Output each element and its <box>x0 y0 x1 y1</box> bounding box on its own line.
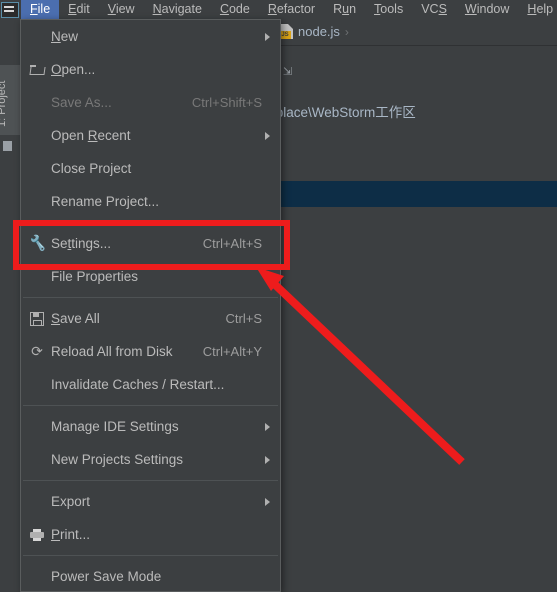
save-icon <box>27 309 47 329</box>
js-file-icon <box>279 24 293 39</box>
menu-item-open[interactable]: Open... <box>21 53 280 86</box>
menu-item-label: Invalidate Caches / Restart... <box>51 377 225 392</box>
menu-item-icon-placeholder <box>27 375 47 395</box>
menu-item-icon-placeholder <box>27 567 47 587</box>
menu-item-label: Power Save Mode <box>51 569 162 584</box>
stripe-icon <box>3 141 12 151</box>
webstorm-logo-icon <box>1 1 19 18</box>
breadcrumb: › node.js › <box>270 24 349 39</box>
menu-help[interactable]: Help <box>518 0 557 19</box>
menu-item-label: File Properties <box>51 269 139 284</box>
menu-item-file-properties[interactable]: File Properties <box>21 260 280 293</box>
menu-item-icon-placeholder <box>27 192 47 212</box>
menu-item-shortcut: Ctrl+Alt+S <box>202 236 262 251</box>
menu-item-save-as: Save As... Ctrl+Shift+S <box>21 86 280 119</box>
menu-edit[interactable]: Edit <box>59 0 99 19</box>
expand-arrow-icon[interactable]: ⇲ <box>283 65 295 78</box>
menu-item-label: Reload All from Disk <box>51 344 173 359</box>
reload-icon: ⟳ <box>31 343 43 359</box>
menu-item-icon-placeholder <box>27 93 47 113</box>
submenu-arrow-icon <box>265 32 270 41</box>
menu-file[interactable]: File <box>21 0 60 19</box>
menu-item-label: Open Recent <box>51 128 131 143</box>
menu-separator <box>23 405 278 406</box>
menu-item-label: Close Project <box>51 161 132 176</box>
menu-item-icon-placeholder <box>27 492 47 512</box>
breadcrumb-trailing-chevron-icon: › <box>344 24 349 39</box>
menu-item-new-projects-settings[interactable]: New Projects Settings <box>21 443 280 476</box>
project-tool-label: 1: Project <box>0 80 8 127</box>
menu-item-manage-ide-settings[interactable]: Manage IDE Settings <box>21 410 280 443</box>
menu-item-print[interactable]: Print... <box>21 518 280 551</box>
menu-item-save-all[interactable]: Save All Ctrl+S <box>21 302 280 335</box>
menu-item-new[interactable]: New <box>21 20 280 53</box>
submenu-arrow-icon <box>265 272 270 281</box>
submenu-arrow-icon <box>265 422 270 431</box>
menu-item-rename-project[interactable]: Rename Project... <box>21 185 280 218</box>
menu-item-open-recent[interactable]: Open Recent <box>21 119 280 152</box>
print-icon <box>27 525 47 545</box>
submenu-arrow-icon <box>265 455 270 464</box>
menu-item-label: Save All <box>51 311 100 326</box>
menu-item-icon-placeholder <box>27 267 47 287</box>
menu-item-label: Rename Project... <box>51 194 160 209</box>
menu-view[interactable]: View <box>99 0 144 19</box>
menu-separator <box>23 297 278 298</box>
folder-open-icon <box>27 60 47 80</box>
menu-item-shortcut: Ctrl+Alt+Y <box>202 344 262 359</box>
menu-code[interactable]: Code <box>211 0 259 19</box>
menu-item-icon-placeholder <box>27 450 47 470</box>
menu-item-shortcut: Ctrl+S <box>225 311 262 326</box>
menu-item-icon-placeholder <box>27 126 47 146</box>
menu-item-export[interactable]: Export <box>21 485 280 518</box>
menu-item-label: New Projects Settings <box>51 452 184 467</box>
left-tool-stripe: 1: Project <box>0 19 21 592</box>
ide-window: › node.js › ⇲ orkplace\WebStorm工作区 1: Pr… <box>0 0 557 592</box>
menu-item-shortcut: Ctrl+Shift+S <box>191 95 262 110</box>
menu-item-icon-placeholder <box>27 27 47 47</box>
submenu-arrow-icon <box>265 131 270 140</box>
submenu-arrow-icon <box>265 497 270 506</box>
menu-item-settings[interactable]: 🔧 Settings... Ctrl+Alt+S <box>21 227 280 260</box>
menu-navigate[interactable]: Navigate <box>144 0 211 19</box>
wrench-icon: 🔧 <box>27 235 47 252</box>
menu-item-power-save-mode[interactable]: Power Save Mode <box>21 560 280 591</box>
menu-separator <box>23 480 278 481</box>
selected-tree-row[interactable] <box>270 181 557 207</box>
menu-tools[interactable]: Tools <box>365 0 412 19</box>
breadcrumb-file-name[interactable]: node.js <box>298 24 340 39</box>
menu-run[interactable]: Run <box>324 0 365 19</box>
menu-item-icon-placeholder <box>27 417 47 437</box>
menu-item-label: Manage IDE Settings <box>51 419 179 434</box>
menu-item-reload-all-from-disk[interactable]: ⟳ Reload All from Disk Ctrl+Alt+Y <box>21 335 280 368</box>
menu-bar: File Edit View Navigate Code Refactor Ru… <box>0 0 557 19</box>
menu-window[interactable]: Window <box>456 0 518 19</box>
menu-item-label: New <box>51 29 79 44</box>
menu-item-invalidate-caches[interactable]: Invalidate Caches / Restart... <box>21 368 280 401</box>
menu-separator <box>23 222 278 223</box>
menu-item-label: Save As... <box>51 95 112 110</box>
menu-item-close-project[interactable]: Close Project <box>21 152 280 185</box>
file-dropdown-menu: New Open... Save As... Ctrl+Shift+S Open Rec… <box>20 19 281 592</box>
menu-vcs[interactable]: VCS <box>412 0 456 19</box>
breadcrumb-divider <box>270 45 557 46</box>
menu-item-icon-placeholder <box>27 159 47 179</box>
sidebar-item-project[interactable]: 1: Project <box>0 65 20 135</box>
menu-item-label: Open... <box>51 62 96 77</box>
menu-separator <box>23 555 278 556</box>
menu-refactor[interactable]: Refactor <box>259 0 324 19</box>
menu-item-label: Settings... <box>51 236 112 251</box>
menu-item-label: Export <box>51 494 91 509</box>
menu-item-label: Print... <box>51 527 91 542</box>
